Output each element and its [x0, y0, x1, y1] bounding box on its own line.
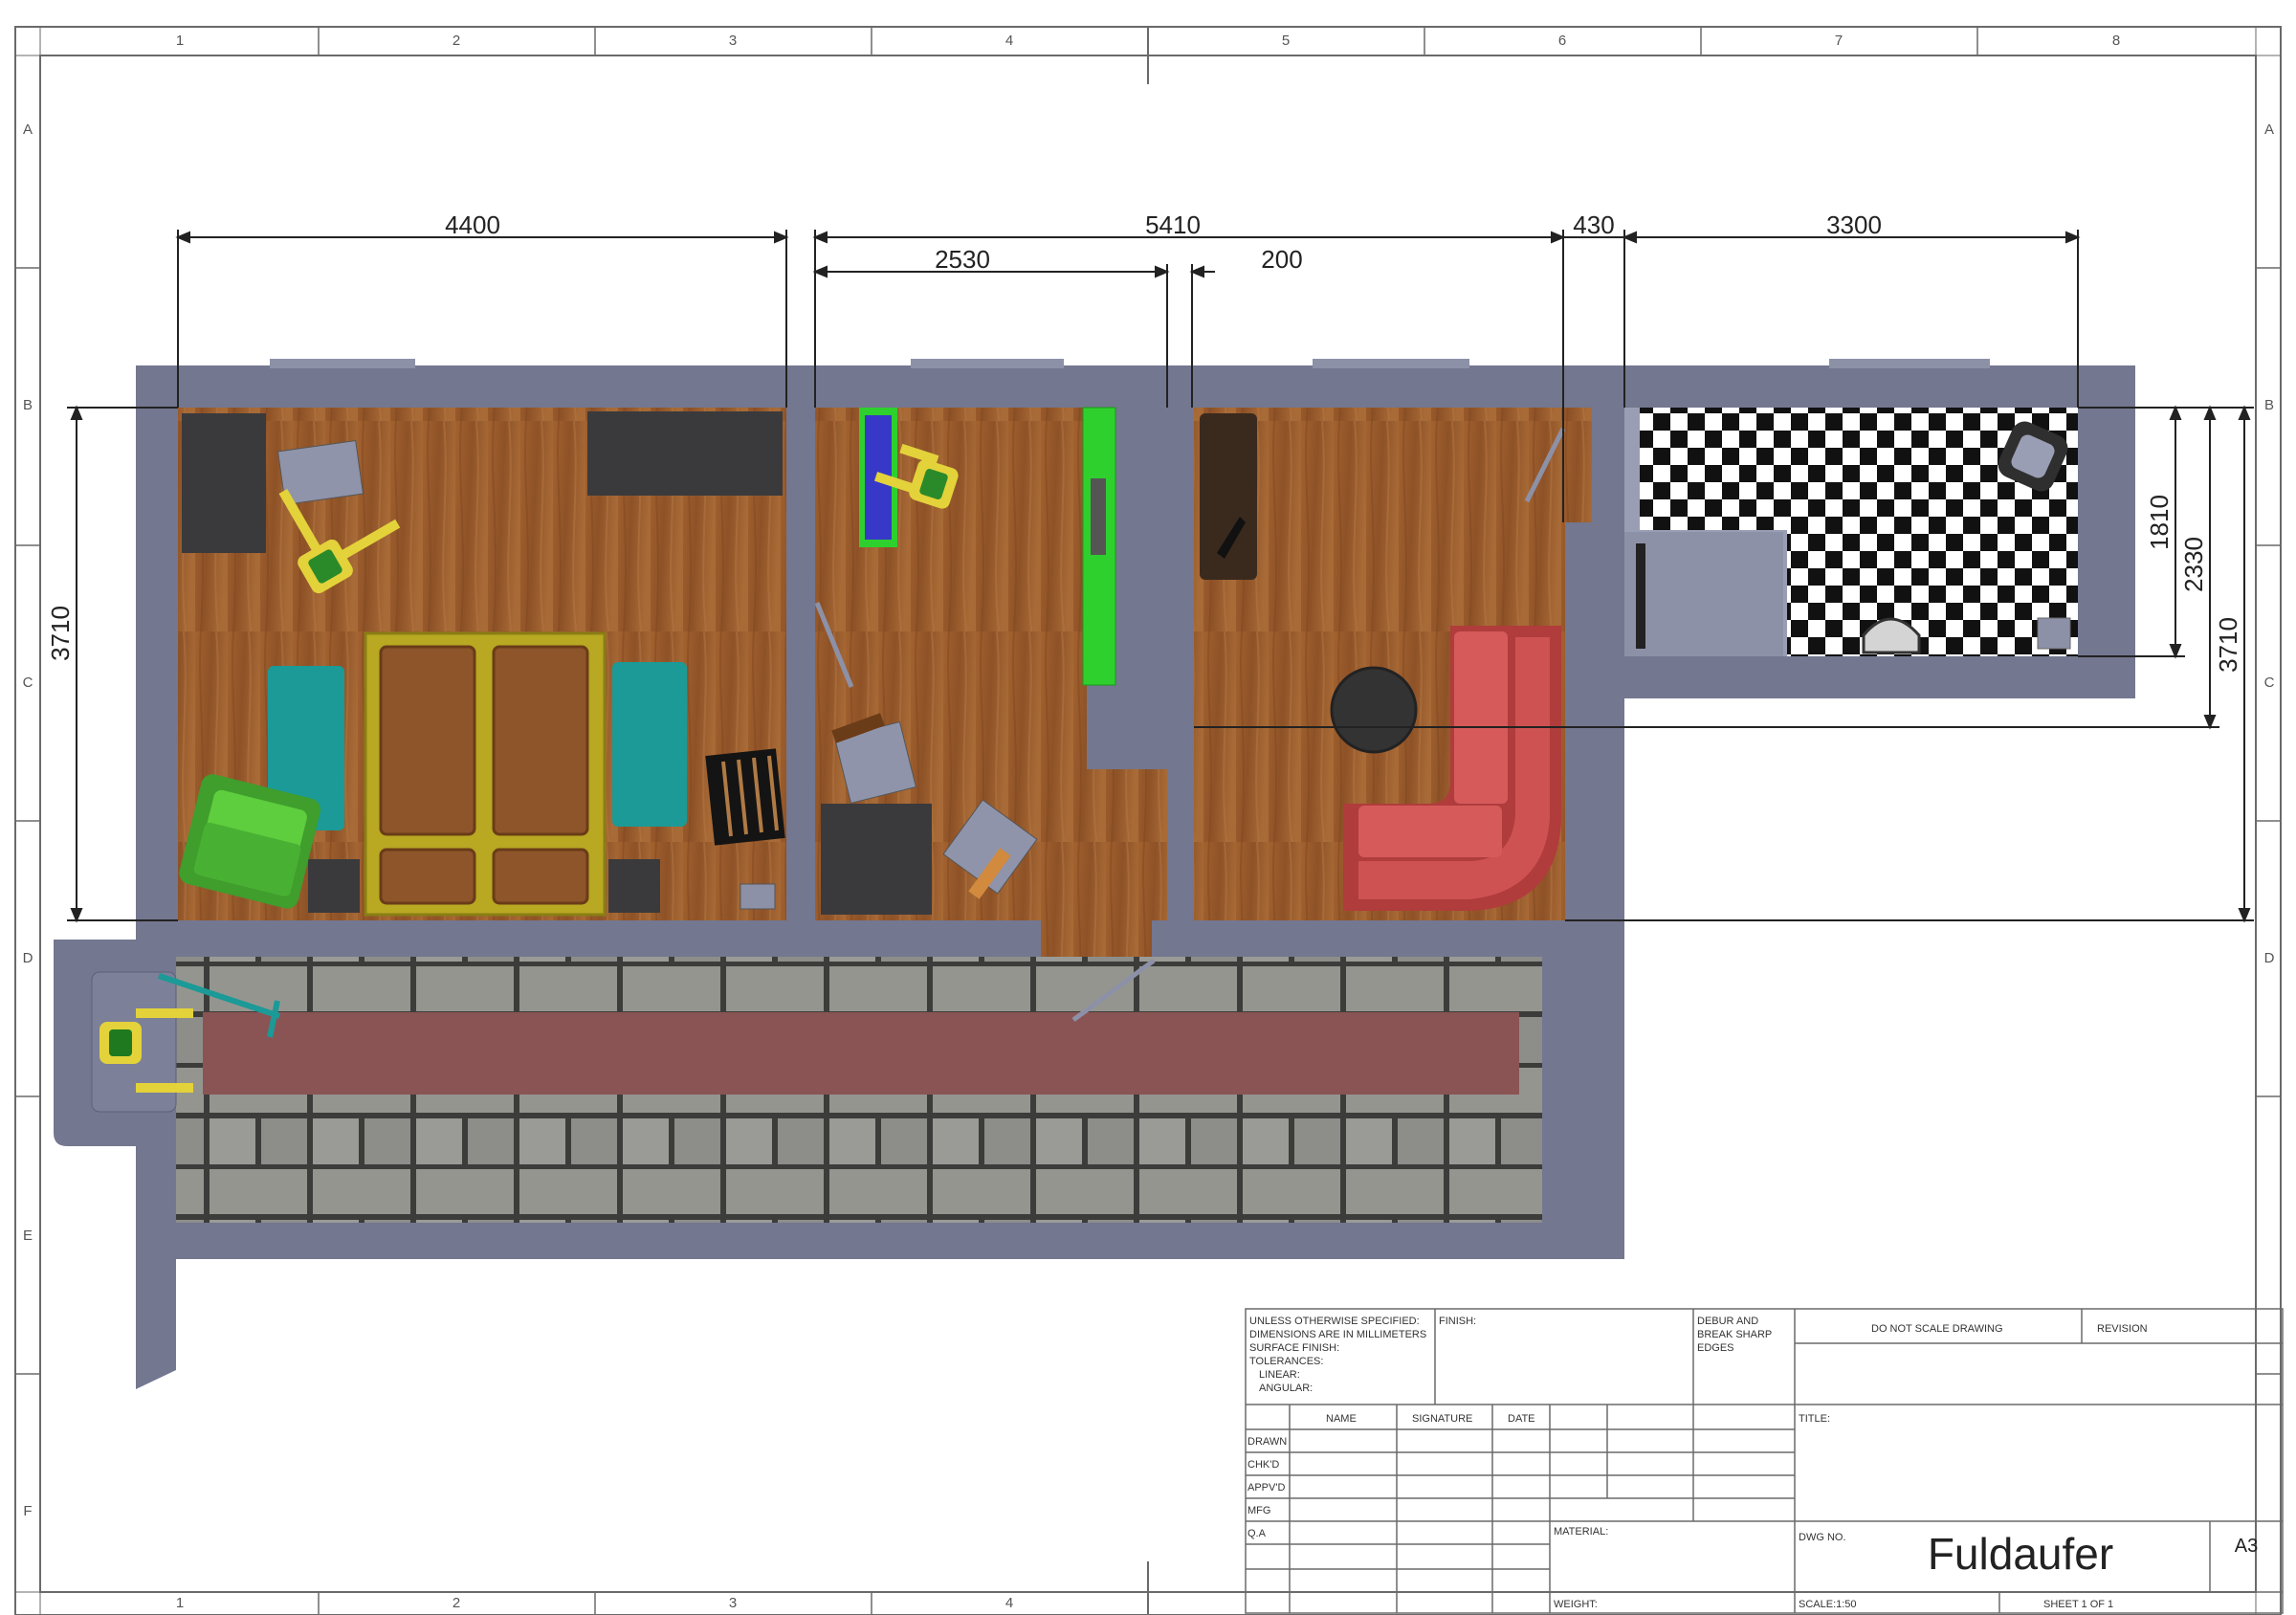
floor-plan-sheet: 1 2 3 4 5 6 7 8 1 2 3 4 A B C D E F A B …	[14, 26, 2284, 1615]
col-label: 2	[453, 1595, 460, 1611]
col-label: 5	[1282, 33, 1290, 49]
row-label: A	[2264, 122, 2274, 138]
row-label: B	[23, 397, 33, 413]
col-label: 1	[176, 1595, 184, 1611]
table-top-left	[379, 645, 476, 836]
row-label: C	[2264, 675, 2275, 691]
table-bottom-left	[379, 848, 476, 905]
tb-finish: FINISH:	[1439, 1316, 1476, 1327]
col-label: 4	[1005, 1595, 1013, 1611]
tb-col-signature: SIGNATURE	[1412, 1413, 1472, 1425]
row-label: B	[2264, 397, 2274, 413]
fireplace	[1200, 413, 1257, 580]
tb-note: DIMENSIONS ARE IN MILLIMETERS	[1249, 1329, 1426, 1340]
hall-connection-floor	[1041, 899, 1152, 957]
tb-row-qa: Q.A	[1247, 1528, 1267, 1539]
dim-2330: 2330	[2179, 537, 2208, 592]
col-label: 2	[453, 33, 460, 49]
tb-note: SURFACE FINISH:	[1249, 1342, 1339, 1354]
tb-col-name: NAME	[1326, 1413, 1357, 1425]
sideboard	[587, 411, 783, 496]
stove	[1091, 478, 1106, 555]
col-label: 3	[729, 1595, 737, 1611]
tb-row-mfg: MFG	[1247, 1505, 1270, 1516]
tb-note: ANGULAR:	[1259, 1383, 1313, 1394]
right-bench	[612, 662, 687, 827]
wall-socket	[740, 883, 776, 910]
stool-right	[608, 859, 660, 913]
col-label: 6	[1558, 33, 1566, 49]
tb-deburr: DEBUR AND	[1697, 1316, 1758, 1327]
dim-200: 200	[1261, 245, 1302, 274]
tb-row-chkd: CHK'D	[1247, 1459, 1279, 1471]
table-bottom-right	[492, 848, 589, 905]
dim-5410: 5410	[1145, 210, 1201, 239]
tb-note: TOLERANCES:	[1249, 1356, 1323, 1367]
col-label: 1	[176, 33, 184, 49]
row-label: E	[23, 1228, 33, 1244]
dim-1810: 1810	[2145, 495, 2174, 550]
col-label: 4	[1005, 33, 1013, 49]
row-label: D	[23, 950, 33, 966]
dim-3300: 3300	[1826, 210, 1882, 239]
round-table	[1330, 666, 1418, 754]
shower-tiles	[1787, 530, 2078, 656]
col-label: 8	[2112, 33, 2120, 49]
bathroom-cabinet	[1624, 532, 1783, 656]
bathroom-cabinet-edge	[1636, 543, 1645, 649]
tb-revision: REVISION	[2097, 1323, 2148, 1335]
stool-left	[308, 859, 360, 913]
table-top-right	[492, 645, 589, 836]
row-label: D	[2264, 950, 2275, 966]
row-label: A	[23, 122, 33, 138]
tb-dwg-no: DWG NO.	[1799, 1532, 1846, 1543]
tb-title: TITLE:	[1799, 1413, 1830, 1425]
row-label: C	[23, 675, 33, 691]
dim-4400: 4400	[445, 210, 500, 239]
dim-2530: 2530	[935, 245, 990, 274]
tb-note: LINEAR:	[1259, 1369, 1300, 1381]
bathroom-drain	[2037, 617, 2071, 650]
cabinet	[182, 413, 266, 553]
col-label: 7	[1835, 33, 1843, 49]
tb-deburr: BREAK SHARP	[1697, 1329, 1772, 1340]
tb-size: A3	[2235, 1536, 2258, 1557]
tb-row-appvd: APPV'D	[1247, 1482, 1285, 1493]
tb-material: MATERIAL:	[1554, 1526, 1608, 1538]
row-label: F	[23, 1503, 32, 1519]
tb-drawing-name: Fuldaufer	[1928, 1529, 2113, 1579]
tb-col-date: DATE	[1508, 1413, 1535, 1425]
terrace-runner	[203, 1012, 1519, 1095]
tb-row-drawn: DRAWN	[1247, 1436, 1287, 1448]
tb-do-not-scale: DO NOT SCALE DRAWING	[1871, 1323, 2003, 1335]
dim-3710-right: 3710	[2214, 617, 2242, 673]
tb-note: UNLESS OTHERWISE SPECIFIED:	[1249, 1316, 1420, 1327]
col-label: 3	[729, 33, 737, 49]
dark-cabinet	[821, 804, 932, 915]
dim-430: 430	[1573, 210, 1614, 239]
title-block: UNLESS OTHERWISE SPECIFIED: DIMENSIONS A…	[1245, 1308, 2284, 1614]
tb-weight: WEIGHT:	[1554, 1599, 1598, 1610]
tb-sheet: SHEET 1 OF 1	[2043, 1599, 2113, 1610]
tb-deburr: EDGES	[1697, 1342, 1734, 1354]
dim-3710-left: 3710	[46, 606, 75, 661]
tb-scale: SCALE:1:50	[1799, 1599, 1857, 1610]
